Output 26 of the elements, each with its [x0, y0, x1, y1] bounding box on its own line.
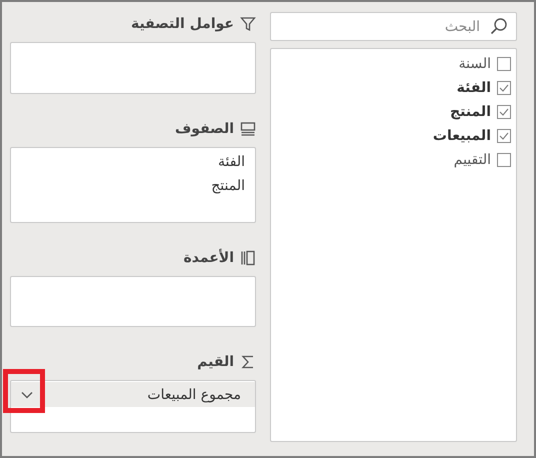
checkbox[interactable] [497, 57, 511, 71]
value-field-item[interactable]: مجموع المبيعات [11, 382, 255, 407]
field-label[interactable]: التقييم [454, 152, 491, 168]
area-title: عوامل التصفية [130, 16, 234, 32]
checkbox[interactable] [497, 153, 511, 167]
drop-area[interactable]: الفئة المنتج [10, 147, 256, 223]
filter-icon [240, 16, 256, 32]
area-title: الأعمدة [183, 250, 234, 266]
checkbox[interactable] [497, 81, 511, 95]
area-title: الصفوف [175, 121, 234, 137]
search-field[interactable]: البحث [270, 12, 517, 41]
area-title: القيم [197, 354, 234, 370]
area-field-item[interactable]: الفئة [11, 150, 255, 174]
rows-icon [240, 121, 256, 137]
checkbox[interactable] [497, 105, 511, 119]
chevron-down-icon[interactable] [21, 390, 33, 398]
checkbox[interactable] [497, 129, 511, 143]
field-label[interactable]: الفئة [456, 80, 491, 96]
field-label[interactable]: المنتج [450, 104, 491, 120]
field-label[interactable]: المبيعات [432, 128, 491, 144]
columns-icon [240, 250, 256, 266]
sigma-icon [240, 354, 256, 370]
area-field-item[interactable]: المنتج [11, 174, 255, 198]
drop-area[interactable]: مجموع المبيعات [10, 380, 256, 433]
search-icon [490, 17, 508, 35]
field-label[interactable]: السنة [458, 56, 491, 72]
